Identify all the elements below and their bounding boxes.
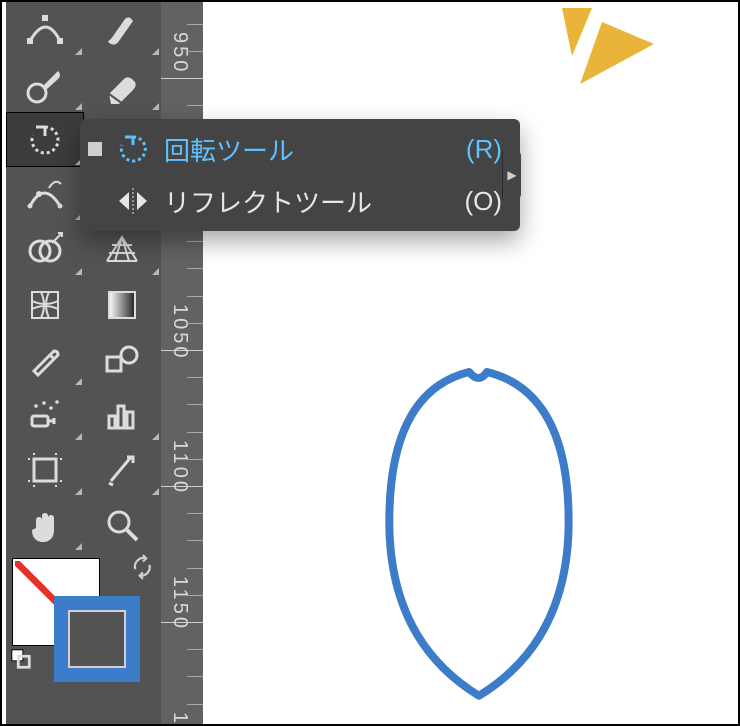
slice-tool[interactable] <box>84 442 162 497</box>
width-tool[interactable] <box>6 167 84 222</box>
flyout-indicator-icon <box>75 433 82 440</box>
ruler-minor-tick <box>187 595 203 596</box>
flyout-indicator-icon <box>152 48 159 55</box>
flyout-item-rotate-tool[interactable]: 回転ツール (R) <box>80 123 520 175</box>
selected-indicator-icon <box>88 142 102 156</box>
ruler-minor-tick <box>187 432 203 433</box>
rotate-tool-icon <box>116 132 150 166</box>
reflect-tool-icon <box>116 184 150 218</box>
ruler-label: 1100 <box>169 440 191 495</box>
ruler-minor-tick <box>187 323 203 324</box>
ruler-minor-tick <box>187 51 203 52</box>
flyout-item-label: 回転ツール <box>164 131 452 168</box>
ruler-minor-tick <box>187 24 203 25</box>
ruler-label: 950 <box>169 32 191 74</box>
flyout-item-shortcut: (R) <box>466 134 502 165</box>
ruler-label: 1200 <box>169 712 191 726</box>
eraser-tool[interactable] <box>84 57 162 112</box>
flyout-indicator-icon <box>152 488 159 495</box>
zoom-tool[interactable] <box>84 497 162 552</box>
ruler-minor-tick <box>187 296 203 297</box>
ruler-minor-tick <box>187 676 203 677</box>
flyout-indicator-icon <box>75 488 82 495</box>
shape-builder-tool[interactable] <box>6 222 84 277</box>
tearoff-arrow-icon[interactable]: ▶ <box>502 150 521 200</box>
flyout-indicator-icon <box>75 48 82 55</box>
swap-fill-stroke-icon[interactable] <box>131 554 157 580</box>
petal-shape <box>389 372 568 696</box>
ruler-label: 1150 <box>169 576 191 631</box>
mesh-tool[interactable] <box>6 277 84 332</box>
flyout-indicator-icon <box>75 103 82 110</box>
flyout-indicator-icon <box>152 103 159 110</box>
paintbrush-tool[interactable] <box>84 2 162 57</box>
curvature-tool[interactable] <box>6 2 84 57</box>
artboard-tool[interactable] <box>6 442 84 497</box>
ruler-minor-tick <box>187 540 203 541</box>
ruler-minor-tick <box>187 649 203 650</box>
ruler-minor-tick <box>187 105 203 106</box>
rotate-tool[interactable] <box>6 112 84 167</box>
column-graph-tool[interactable] <box>84 387 162 442</box>
flyout-item-reflect-tool[interactable]: リフレクトツール (O) <box>80 175 520 227</box>
flyout-item-shortcut: (O) <box>464 186 502 217</box>
ruler-minor-tick <box>187 568 203 569</box>
gradient-tool[interactable] <box>84 277 162 332</box>
fill-stroke-control[interactable] <box>6 552 161 672</box>
ruler-tick <box>161 78 203 79</box>
ruler-minor-tick <box>187 459 203 460</box>
ruler-label: 1050 <box>169 304 191 361</box>
ruler-minor-tick <box>187 377 203 378</box>
hand-tool[interactable] <box>6 497 84 552</box>
ruler-minor-tick <box>187 404 203 405</box>
toolbox <box>6 2 161 724</box>
blend-tool[interactable] <box>84 332 162 387</box>
flyout-indicator-icon <box>75 268 82 275</box>
default-fill-stroke-icon[interactable] <box>10 648 32 670</box>
ruler-minor-tick <box>187 704 203 705</box>
flyout-indicator-icon <box>152 433 159 440</box>
flyout-indicator-icon <box>152 268 159 275</box>
vertical-ruler: 95010001050110011501200 <box>161 2 203 724</box>
canvas[interactable] <box>203 2 738 724</box>
blob-brush-tool[interactable] <box>6 57 84 112</box>
flyout-indicator-icon <box>75 543 82 550</box>
ruler-minor-tick <box>187 241 203 242</box>
ruler-minor-tick <box>187 268 203 269</box>
rotate-tool-flyout: ▶ 回転ツール (R) リフレクトツール (O) <box>80 119 520 231</box>
eyedropper-tool[interactable] <box>6 332 84 387</box>
ruler-minor-tick <box>187 513 203 514</box>
flyout-indicator-icon <box>75 378 82 385</box>
stroke-swatch[interactable] <box>54 596 140 682</box>
symbol-sprayer-tool[interactable] <box>6 387 84 442</box>
flyout-item-label: リフレクトツール <box>164 183 450 220</box>
